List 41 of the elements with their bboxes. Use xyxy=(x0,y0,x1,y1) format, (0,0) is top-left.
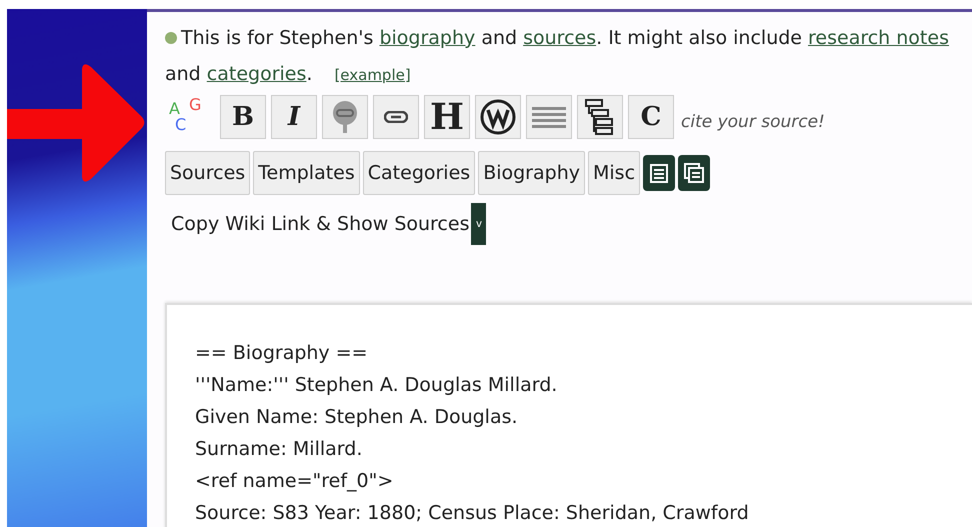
help-link[interactable]: categories xyxy=(206,63,306,85)
lines-icon xyxy=(532,105,566,129)
link-button[interactable] xyxy=(373,95,419,139)
intro-text: This is for Stephen's biography and sources. It might also include research notes and categories. [example] xyxy=(165,26,950,87)
tree-icon xyxy=(330,100,360,134)
example-link[interactable]: [example] xyxy=(334,66,411,84)
tab[interactable]: Sources xyxy=(165,151,250,195)
editor-line: Source: S83 Year: 1880; Census Place: Sheridan, Crawford xyxy=(195,501,750,526)
bullet-icon xyxy=(165,32,177,44)
editor-line: Given Name: Stephen A. Douglas. xyxy=(195,405,519,430)
heading-button[interactable]: H xyxy=(424,95,470,139)
copy-button[interactable] xyxy=(678,155,710,191)
tab[interactable]: Misc xyxy=(588,151,640,195)
clipboard-icon xyxy=(650,163,668,183)
clipboard-button[interactable] xyxy=(643,155,676,191)
wikipedia-button[interactable] xyxy=(475,95,521,139)
bold-button[interactable]: B xyxy=(220,95,266,139)
tree-link-button[interactable] xyxy=(322,95,368,139)
lines-button[interactable] xyxy=(526,95,572,139)
agc-button[interactable]: A G C xyxy=(165,95,215,139)
cite-hint: cite your source! xyxy=(681,112,825,132)
help-link[interactable]: sources xyxy=(523,27,596,49)
outline-icon xyxy=(585,99,615,135)
help-link[interactable]: research notes xyxy=(808,27,949,49)
tab[interactable]: Templates xyxy=(253,151,360,195)
text-editor[interactable]: == Biography == '''Name:''' Stephen A. Douglas Millard. Given Name: Stephen A. Douglas. Surname: Millard. <ref name="ref_0"> Source: S83 Year: 1880; Census Place: Sheridan, Crawford xyxy=(165,303,972,527)
citation-button[interactable]: C xyxy=(628,95,674,139)
editor-line: == Biography == xyxy=(195,341,369,366)
help-link[interactable]: biography xyxy=(379,27,476,49)
editor-line: Surname: Millard. xyxy=(195,437,364,462)
w-circle-icon xyxy=(479,98,517,136)
editor-line: <ref name="ref_0"> xyxy=(195,469,394,494)
copy-link-label: Copy Wiki Link & Show Sources xyxy=(171,213,470,235)
italic-button[interactable]: I xyxy=(271,95,317,139)
tab[interactable]: Biography xyxy=(478,151,585,195)
dropdown-button[interactable]: v xyxy=(471,203,486,245)
tab[interactable]: Categories xyxy=(362,151,476,195)
link-icon xyxy=(384,111,408,123)
editor-line: '''Name:''' Stephen A. Douglas Millard. xyxy=(195,373,558,398)
copy-icon xyxy=(684,163,704,183)
outline-button[interactable] xyxy=(577,95,623,139)
